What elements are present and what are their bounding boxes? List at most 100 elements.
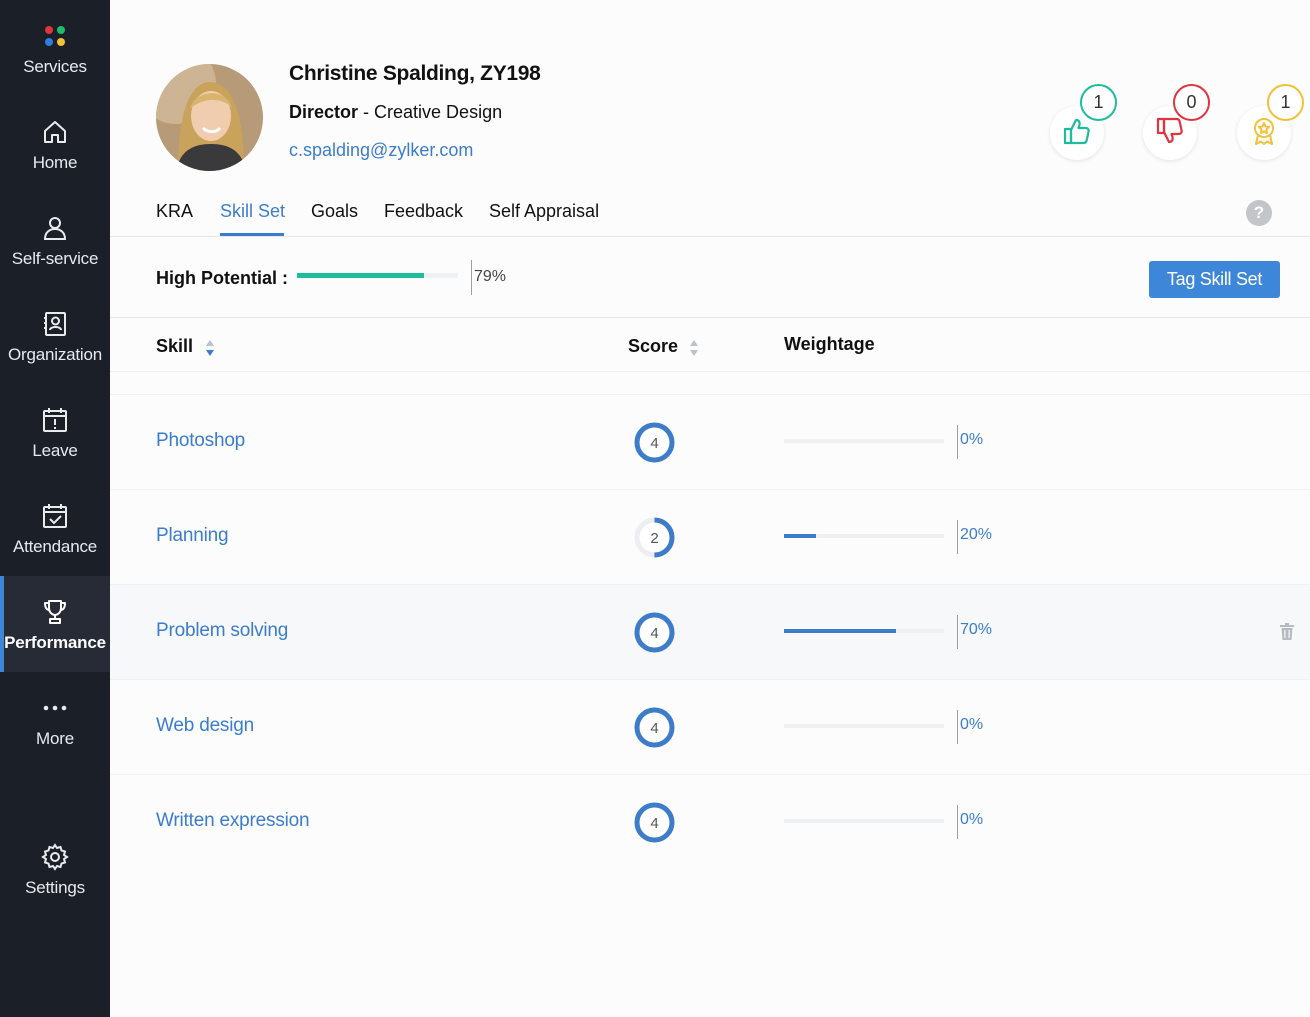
- award-badge[interactable]: 1: [1237, 84, 1310, 164]
- tab-skill-set[interactable]: Skill Set: [220, 201, 285, 222]
- tab-kra[interactable]: KRA: [156, 201, 193, 222]
- employee-email-link[interactable]: c.spalding@zylker.com: [289, 140, 473, 161]
- employee-name: Christine Spalding, ZY198: [289, 62, 541, 85]
- user-icon: [41, 211, 69, 245]
- award-count: 1: [1267, 84, 1304, 121]
- gear-icon: [41, 840, 69, 874]
- score-value: 2: [650, 530, 658, 547]
- score-ring: 2: [634, 517, 675, 558]
- calendar-alert-icon: [41, 403, 69, 437]
- high-potential-value: 79%: [474, 268, 507, 285]
- sidebar-item-label: Organization: [8, 345, 102, 364]
- skill-name-link[interactable]: Web design: [156, 715, 254, 737]
- sidebar-item-label: Services: [23, 57, 87, 76]
- weightage-divider: [957, 805, 958, 839]
- weightage-bar: [784, 439, 944, 443]
- sidebar-item-attendance[interactable]: Attendance: [0, 480, 110, 576]
- high-potential-bar-fill: [297, 273, 425, 278]
- score-value: 4: [650, 435, 658, 452]
- department: Creative Design: [374, 102, 503, 122]
- score-value: 4: [650, 720, 658, 737]
- sidebar-item-self-service[interactable]: Self-service: [0, 192, 110, 288]
- more-dots-icon: [41, 691, 69, 725]
- score-value: 4: [650, 625, 658, 642]
- tag-skill-set-button[interactable]: Tag Skill Set: [1149, 261, 1280, 298]
- tab-feedback[interactable]: Feedback: [384, 201, 463, 222]
- skill-name-link[interactable]: Photoshop: [156, 430, 245, 452]
- role-separator: -: [358, 102, 375, 122]
- sidebar-item-label: Self-service: [11, 249, 99, 268]
- employee-role: Director - Creative Design: [289, 102, 502, 123]
- sidebar-item-label: Home: [32, 153, 78, 172]
- weightage-value[interactable]: 20%: [960, 526, 992, 544]
- column-header-weightage: Weightage: [784, 334, 875, 354]
- sidebar-item-leave[interactable]: Leave: [0, 384, 110, 480]
- score-ring: 4: [634, 707, 675, 748]
- tab-self-appraisal[interactable]: Self Appraisal: [489, 201, 599, 222]
- table-row[interactable]: Web design 4 0%: [110, 679, 1310, 774]
- header-divider: [110, 371, 1310, 372]
- column-header-score[interactable]: Score: [628, 336, 678, 357]
- score-ring: 4: [634, 802, 675, 843]
- thumbs-down-icon: [1155, 116, 1185, 151]
- weightage-value[interactable]: 70%: [960, 621, 992, 639]
- home-icon: [41, 115, 69, 149]
- sidebar-item-settings[interactable]: Settings: [0, 821, 110, 917]
- weightage-bar-fill: [784, 534, 816, 538]
- sort-icon[interactable]: [689, 338, 699, 360]
- job-title: Director: [289, 102, 359, 122]
- weightage-value[interactable]: 0%: [960, 716, 983, 734]
- trash-icon[interactable]: [1280, 623, 1294, 645]
- skill-name-link[interactable]: Planning: [156, 525, 229, 547]
- skill-name-link[interactable]: Problem solving: [156, 620, 288, 642]
- weightage-divider: [957, 710, 958, 744]
- calendar-check-icon: [41, 499, 69, 533]
- weightage-divider: [957, 520, 958, 554]
- weightage-bar: [784, 534, 944, 538]
- thumbs-up-count: 1: [1080, 84, 1117, 121]
- weightage-bar-fill: [784, 629, 896, 633]
- services-dots-icon: [41, 19, 69, 53]
- score-ring: 4: [634, 612, 675, 653]
- sidebar-item-home[interactable]: Home: [0, 96, 110, 192]
- sidebar-item-label: Leave: [32, 441, 78, 460]
- weightage-value[interactable]: 0%: [960, 431, 983, 449]
- tabs-divider: [110, 236, 1310, 237]
- weightage-bar: [784, 629, 944, 633]
- thumbs-down-badge[interactable]: 0: [1143, 84, 1223, 164]
- sidebar-item-label: More: [36, 729, 74, 748]
- sidebar-item-more[interactable]: More: [0, 672, 110, 768]
- thumbs-up-badge[interactable]: 1: [1050, 84, 1130, 164]
- table-row[interactable]: Problem solving 4 70%: [110, 584, 1310, 679]
- table-row[interactable]: Photoshop 4 0%: [110, 394, 1310, 489]
- trophy-icon: [41, 595, 69, 629]
- help-icon[interactable]: ?: [1246, 200, 1272, 226]
- thumbs-down-count: 0: [1173, 84, 1210, 121]
- high-potential-label: High Potential :: [156, 268, 288, 288]
- sidebar: Services Home Self-service Organization …: [0, 0, 110, 1017]
- sidebar-item-label: Performance: [4, 633, 106, 652]
- sidebar-item-label: Settings: [25, 878, 85, 897]
- avatar: [156, 64, 263, 171]
- table-row[interactable]: Planning 2 20%: [110, 489, 1310, 584]
- high-potential-bar: [297, 273, 458, 278]
- weightage-bar: [784, 819, 944, 823]
- contact-card-icon: [41, 307, 69, 341]
- weightage-value[interactable]: 0%: [960, 811, 983, 829]
- weightage-bar: [784, 724, 944, 728]
- skill-name-link[interactable]: Written expression: [156, 810, 310, 832]
- sidebar-item-services[interactable]: Services: [0, 0, 110, 96]
- sidebar-item-organization[interactable]: Organization: [0, 288, 110, 384]
- tab-goals[interactable]: Goals: [311, 201, 358, 222]
- sidebar-item-performance[interactable]: Performance: [0, 576, 110, 672]
- sidebar-item-label: Attendance: [12, 537, 97, 556]
- score-value: 4: [650, 815, 658, 832]
- thumbs-up-icon: [1062, 116, 1092, 151]
- column-header-skill[interactable]: Skill: [156, 336, 193, 357]
- sort-icon[interactable]: [205, 338, 215, 360]
- table-row[interactable]: Written expression 4 0%: [110, 774, 1310, 869]
- score-ring: 4: [634, 422, 675, 463]
- award-icon: [1249, 116, 1279, 151]
- main-panel: Christine Spalding, ZY198 Director - Cre…: [110, 0, 1310, 1017]
- weightage-divider: [957, 615, 958, 649]
